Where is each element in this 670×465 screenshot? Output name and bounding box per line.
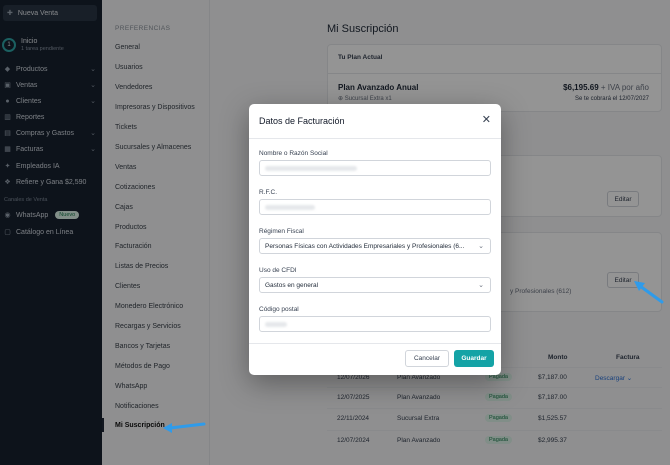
- cfdi-select[interactable]: Gastos en general ⌄: [259, 277, 491, 293]
- redacted-value: [265, 204, 315, 210]
- name-input[interactable]: [259, 160, 491, 176]
- divider: [249, 343, 501, 344]
- regime-select[interactable]: Personas Físicas con Actividades Empresa…: [259, 238, 491, 254]
- regime-label: Régimen Fiscal: [259, 228, 304, 235]
- rfc-input[interactable]: [259, 199, 491, 215]
- zip-input[interactable]: [259, 316, 491, 332]
- rfc-label: R.F.C.: [259, 189, 278, 196]
- annotation-arrow-left: [163, 422, 206, 433]
- zip-label: Código postal: [259, 306, 299, 313]
- billing-data-modal: Datos de Facturación ✕ Nombre o Razón So…: [249, 104, 501, 375]
- redacted-value: [265, 321, 287, 327]
- save-button[interactable]: Guardar: [454, 350, 494, 367]
- annotation-arrow-up: [634, 281, 664, 304]
- cfdi-label: Uso de CFDI: [259, 267, 297, 274]
- cancel-button[interactable]: Cancelar: [405, 350, 449, 367]
- chevron-down-icon: ⌄: [478, 282, 484, 289]
- cfdi-value: Gastos en general: [265, 281, 319, 289]
- name-label: Nombre o Razón Social: [259, 150, 328, 157]
- close-icon[interactable]: ✕: [482, 113, 491, 126]
- modal-title: Datos de Facturación: [259, 116, 345, 126]
- redacted-value: [265, 165, 357, 171]
- divider: [249, 138, 501, 139]
- chevron-down-icon: ⌄: [478, 243, 484, 250]
- regime-value: Personas Físicas con Actividades Empresa…: [265, 242, 465, 250]
